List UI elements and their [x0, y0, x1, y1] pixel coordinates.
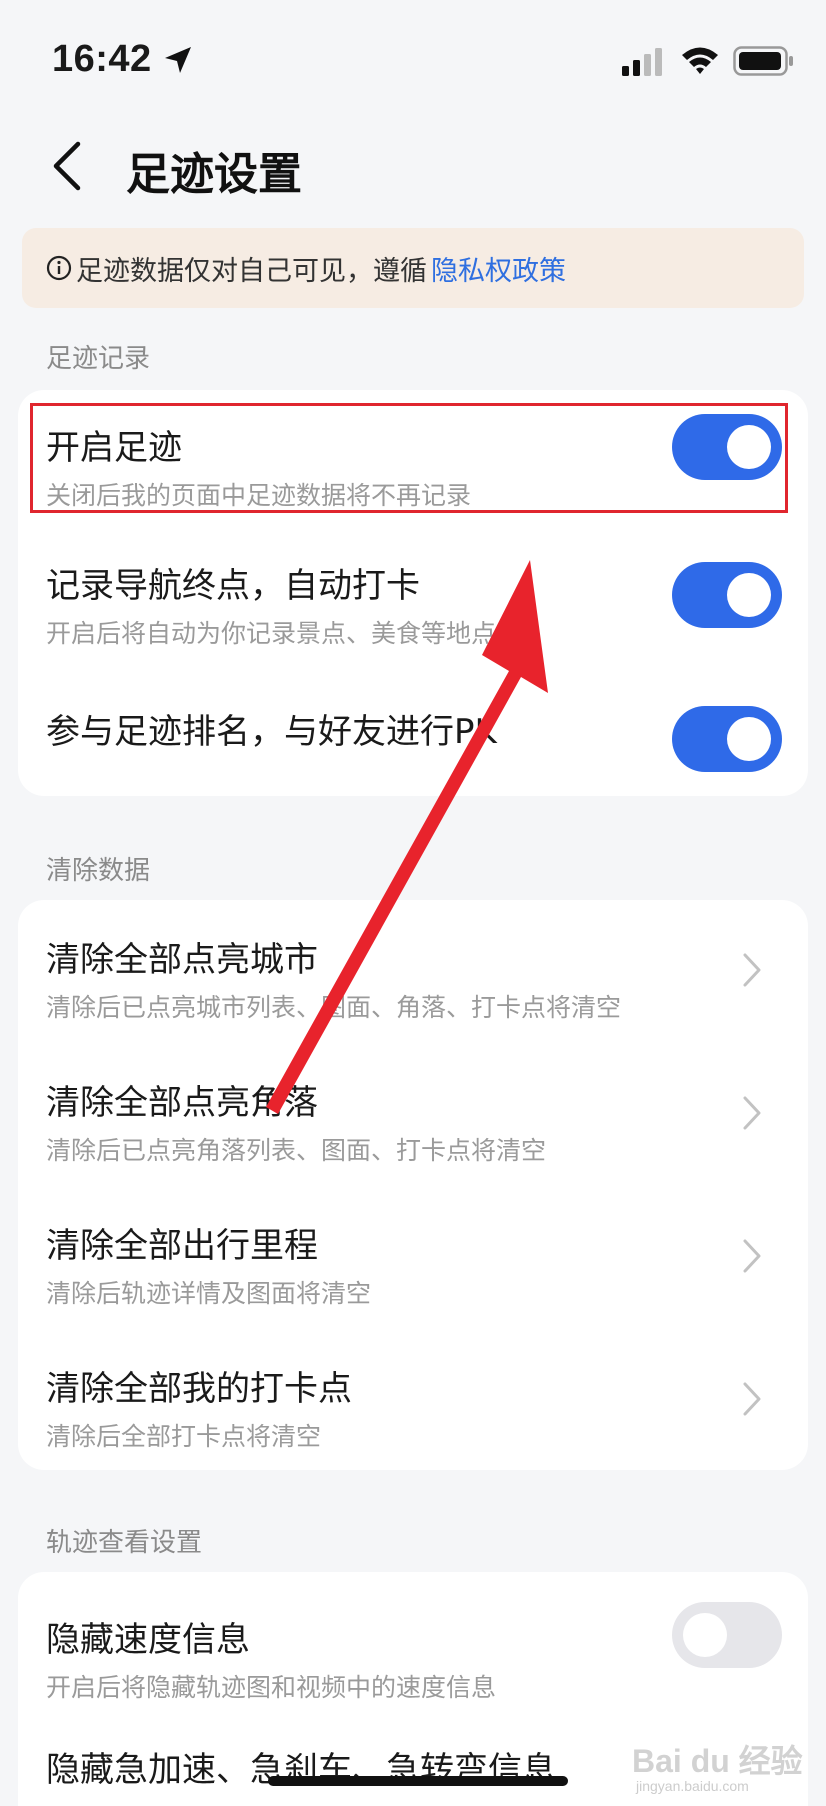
toggle-knob [683, 1613, 727, 1657]
section-header-record: 足迹记录 [46, 344, 151, 374]
watermark-logo: Bai du 经验 [632, 1743, 803, 1779]
section-header-track: 轨迹查看设置 [46, 1528, 203, 1558]
row-subtitle: 清除后全部打卡点将清空 [46, 1422, 322, 1451]
clear-row-cities[interactable]: 清除全部点亮城市 清除后已点亮城市列表、图面、角落、打卡点将清空 [18, 900, 808, 1043]
clear-data-card: 清除全部点亮城市 清除后已点亮城市列表、图面、角落、打卡点将清空 清除全部点亮角… [18, 900, 808, 1470]
location-arrow-icon [165, 47, 191, 73]
cellular-signal-icon [622, 48, 662, 76]
info-icon [46, 255, 72, 281]
setting-row-hide-speed[interactable]: 隐藏速度信息 开启后将隐藏轨迹图和视频中的速度信息 [18, 1572, 808, 1712]
row-subtitle: 开启后将自动为你记录景点、美食等地点 [46, 619, 497, 648]
clear-row-checkins[interactable]: 清除全部我的打卡点 清除后全部打卡点将清空 [18, 1329, 808, 1470]
battery-icon [733, 46, 793, 76]
row-title: 清除全部点亮城市 [46, 940, 318, 980]
annotation-highlight-box [30, 403, 788, 513]
row-title: 隐藏速度信息 [46, 1620, 250, 1660]
notice-text: 足迹数据仅对自己可见，遵循 [76, 255, 427, 287]
clear-row-corners[interactable]: 清除全部点亮角落 清除后已点亮角落列表、图面、打卡点将清空 [18, 1043, 808, 1186]
row-title: 清除全部出行里程 [46, 1226, 318, 1266]
watermark-url: jingyan.baidu.com [636, 1778, 749, 1794]
auto-checkin-toggle[interactable] [672, 562, 782, 628]
row-subtitle: 开启后将隐藏轨迹图和视频中的速度信息 [46, 1673, 497, 1702]
row-subtitle: 清除后轨迹详情及图面将清空 [46, 1279, 372, 1308]
row-title: 清除全部我的打卡点 [46, 1369, 352, 1409]
status-time: 16:42 [52, 38, 152, 80]
chevron-right-icon [743, 1382, 761, 1416]
chevron-right-icon [743, 953, 761, 987]
home-indicator[interactable] [268, 1776, 568, 1786]
nav-bar: 足迹设置 [0, 110, 826, 220]
row-subtitle: 清除后已点亮城市列表、图面、角落、打卡点将清空 [46, 993, 622, 1022]
setting-row-auto-checkin[interactable]: 记录导航终点，自动打卡 开启后将自动为你记录景点、美食等地点 [18, 522, 808, 672]
back-button[interactable] [44, 130, 94, 200]
chevron-right-icon [743, 1096, 761, 1130]
row-title: 参与足迹排名，与好友进行PK [46, 712, 497, 752]
status-bar: 16:42 [0, 0, 826, 110]
chevron-left-icon [53, 141, 81, 191]
privacy-notice: 足迹数据仅对自己可见，遵循 隐私权政策 [22, 228, 804, 308]
chevron-right-icon [743, 1239, 761, 1273]
row-subtitle: 清除后已点亮角落列表、图面、打卡点将清空 [46, 1136, 547, 1165]
clear-row-mileage[interactable]: 清除全部出行里程 清除后轨迹详情及图面将清空 [18, 1186, 808, 1329]
setting-row-ranking-pk[interactable]: 参与足迹排名，与好友进行PK [18, 672, 808, 796]
ranking-pk-toggle[interactable] [672, 706, 782, 772]
page-title: 足迹设置 [126, 149, 302, 200]
wifi-icon [682, 47, 718, 74]
privacy-policy-link[interactable]: 隐私权政策 [431, 249, 566, 288]
toggle-knob [727, 717, 771, 761]
row-title: 清除全部点亮角落 [46, 1083, 318, 1123]
toggle-knob [727, 573, 771, 617]
row-title: 记录导航终点，自动打卡 [46, 566, 420, 606]
section-header-clear: 清除数据 [46, 856, 151, 886]
hide-speed-toggle[interactable] [672, 1602, 782, 1668]
